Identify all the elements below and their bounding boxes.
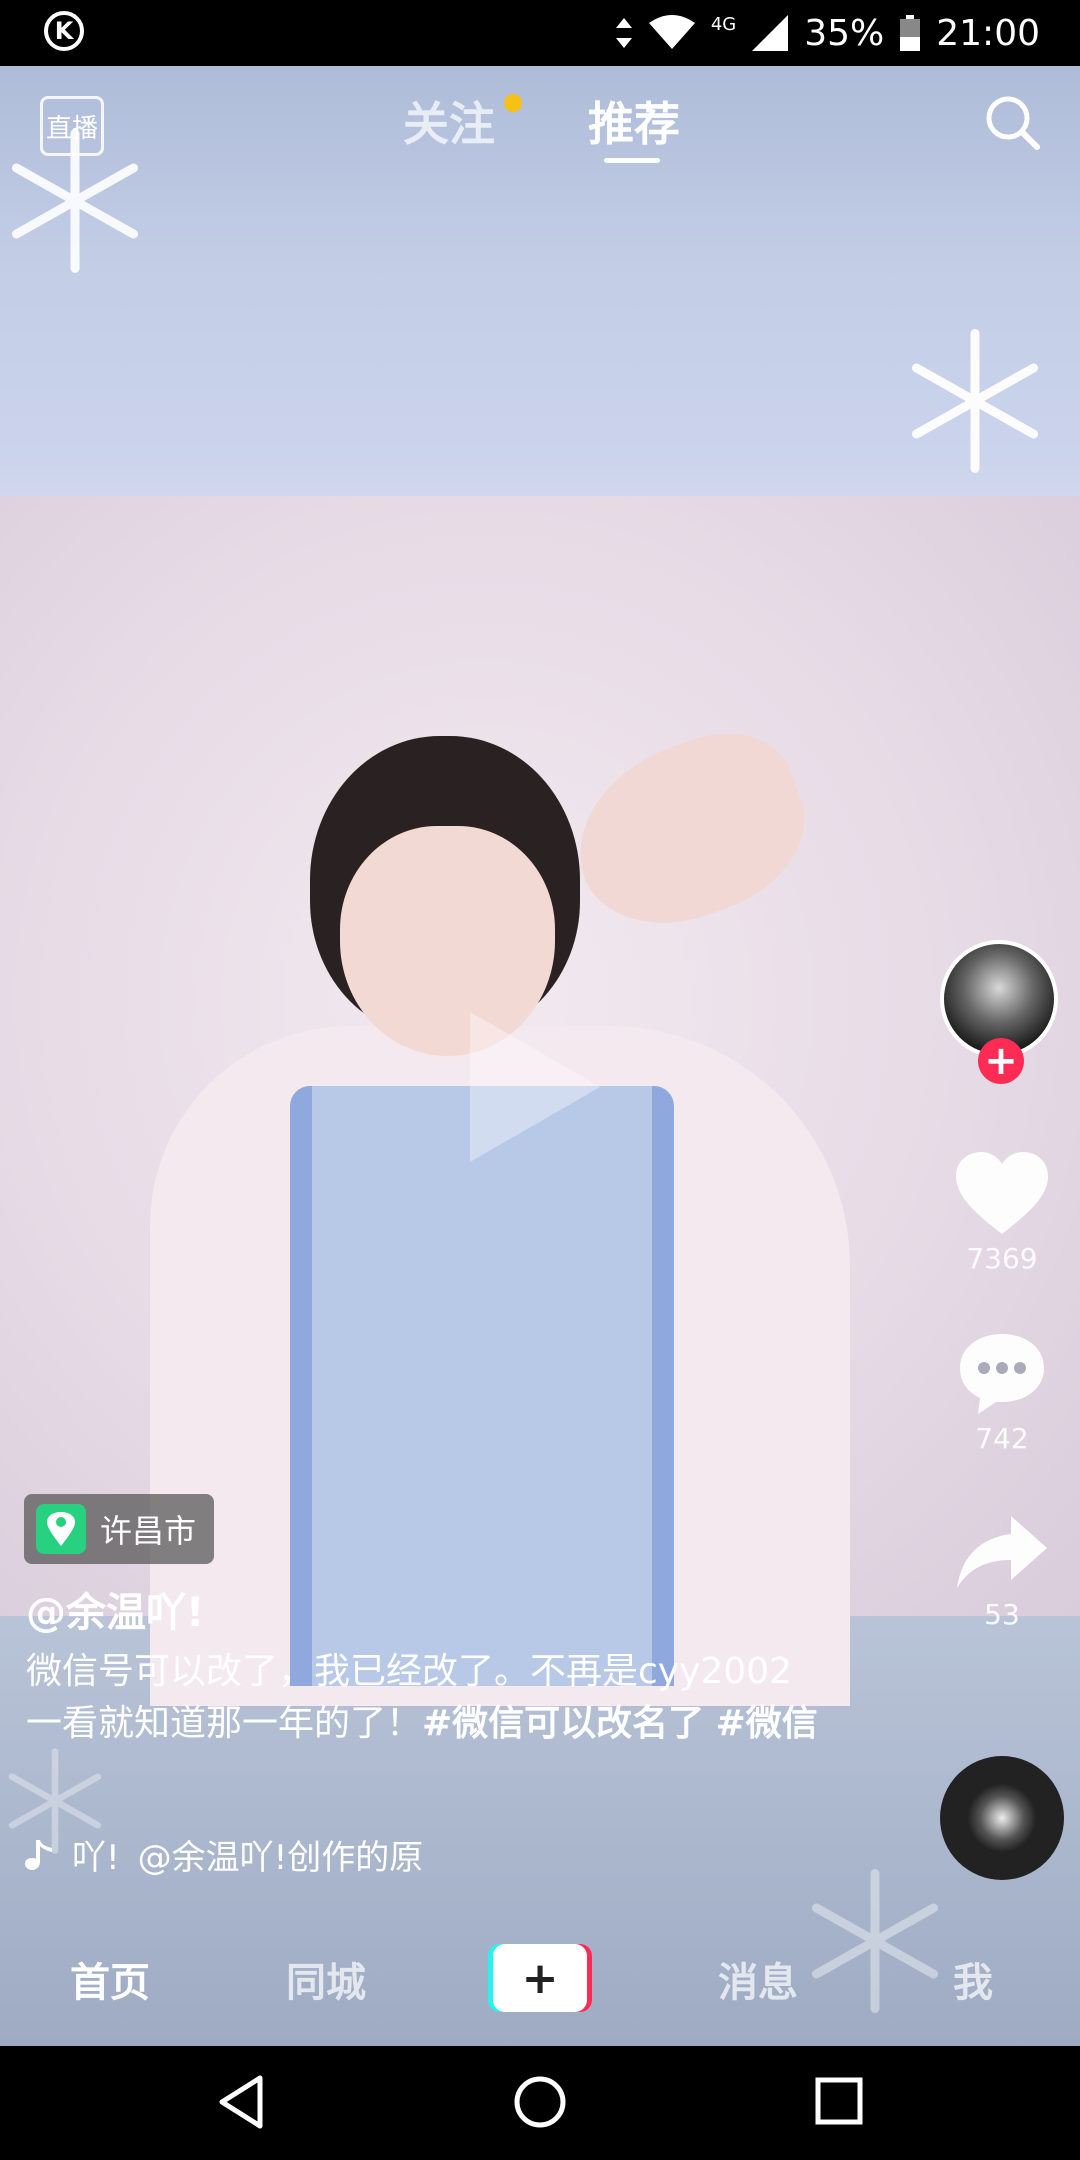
nav-messages[interactable]: 消息: [718, 1950, 798, 2008]
system-nav-bar: [0, 2046, 1080, 2160]
music-title: @余温吖!创作的原: [137, 1838, 424, 1878]
back-triangle-icon: [219, 2075, 263, 2129]
author-name[interactable]: @余温吖!: [26, 1580, 204, 1638]
active-tab-indicator: [604, 158, 660, 163]
clock: 21:00: [936, 12, 1040, 54]
battery-percent: 35%: [804, 12, 885, 54]
app-badge-icon: K: [44, 11, 84, 51]
nav-local[interactable]: 同城: [286, 1950, 366, 2008]
share-count: 53: [984, 1598, 1020, 1631]
comment-button[interactable]: 742: [940, 1330, 1064, 1455]
home-button[interactable]: [512, 2074, 568, 2134]
like-count: 7369: [966, 1242, 1038, 1275]
music-info[interactable]: 吖! @余温吖!创作的原: [24, 1830, 544, 1879]
share-button[interactable]: 53: [940, 1512, 1064, 1631]
battery-icon: [900, 15, 921, 51]
like-button[interactable]: 7369: [940, 1150, 1064, 1275]
nav-home[interactable]: 首页: [70, 1950, 150, 2008]
location-label: 许昌市: [100, 1512, 197, 1550]
heart-icon: [956, 1152, 1048, 1234]
tab-recommend[interactable]: 推荐: [588, 88, 680, 154]
comment-icon: [960, 1334, 1044, 1414]
follow-button[interactable]: +: [978, 1038, 1024, 1084]
video-caption: 微信号可以改了，我已经改了。不再是cyy2002一看就知道那一年的了！#微信可以…: [26, 1646, 826, 1750]
nav-me[interactable]: 我: [953, 1950, 993, 2008]
video-subject-dress: [290, 1086, 674, 1686]
snowflake-icon: [900, 326, 1050, 476]
wifi-icon: [648, 15, 695, 51]
search-icon: [986, 96, 1040, 150]
music-prefix: 吖!: [72, 1838, 120, 1878]
back-button[interactable]: [216, 2074, 266, 2134]
location-tag[interactable]: 许昌市: [24, 1494, 215, 1564]
music-note-icon: [25, 1839, 52, 1870]
live-button[interactable]: 直播: [40, 96, 104, 156]
hashtag[interactable]: #微信可以改名了: [422, 1703, 704, 1744]
top-nav: 直播 关注 推荐: [0, 66, 1080, 186]
location-pin-icon: [36, 1504, 86, 1554]
data-arrows-icon: [615, 18, 633, 48]
comment-count: 742: [975, 1422, 1029, 1455]
status-indicators: 4G 35% 21:00: [615, 0, 1040, 66]
status-bar: K 4G 35% 21:00: [0, 0, 1080, 66]
video-subject-face: [340, 826, 555, 1056]
author-avatar[interactable]: +: [940, 940, 1064, 1084]
tab-follow[interactable]: 关注: [403, 88, 495, 154]
share-icon: [957, 1516, 1047, 1588]
home-circle-icon: [514, 2076, 566, 2128]
recents-button[interactable]: [814, 2074, 864, 2134]
network-type-label: 4G: [710, 13, 737, 35]
recents-square-icon: [815, 2077, 863, 2125]
search-button[interactable]: [982, 92, 1042, 152]
screen: K 4G 35% 21:00 直播 关注 推荐 + 7369 742 53 许昌…: [0, 0, 1080, 2160]
music-cover: [968, 1784, 1036, 1852]
create-button[interactable]: +: [488, 1944, 592, 2012]
new-content-dot: [504, 94, 522, 112]
cell-signal-icon: [752, 15, 789, 51]
plus-icon: +: [493, 1944, 587, 2012]
bottom-nav: 首页 同城 + 消息 我: [0, 1916, 1080, 2046]
hashtag[interactable]: #微信: [716, 1703, 818, 1744]
music-disc-button[interactable]: [940, 1756, 1064, 1880]
